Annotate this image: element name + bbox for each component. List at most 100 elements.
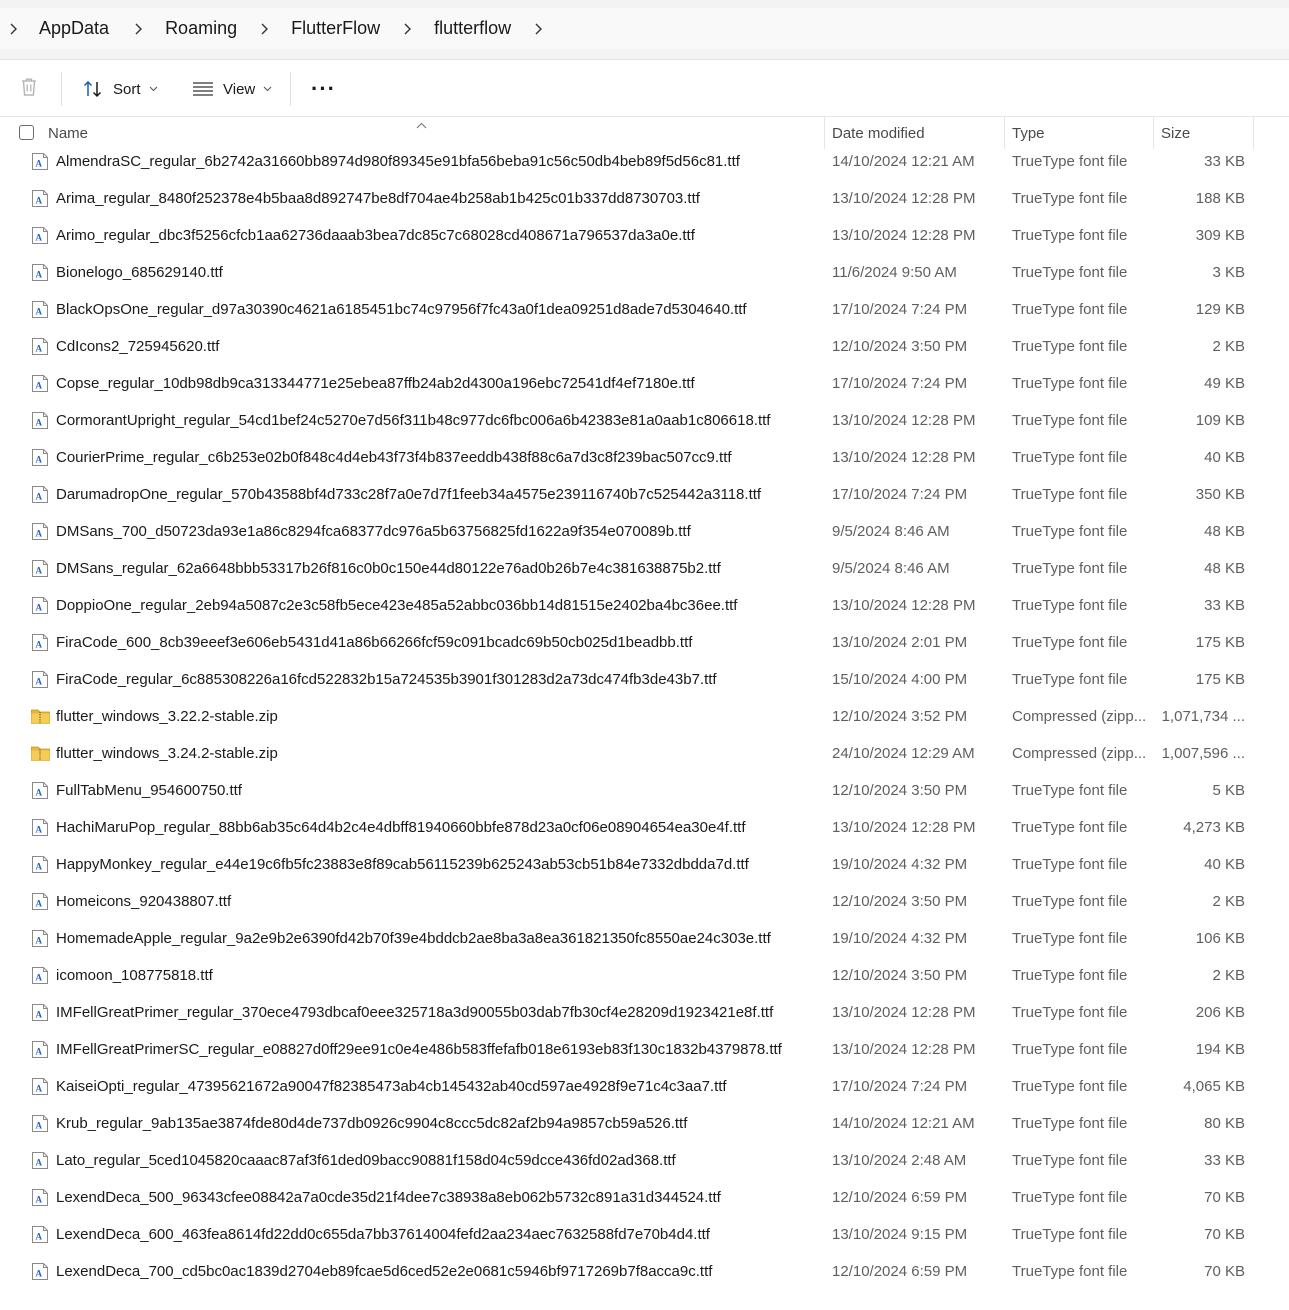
file-date-modified: 17/10/2024 7:24 PM (832, 486, 968, 503)
file-row[interactable]: A HomemadeApple_regular_9a2e9b2e6390fd42… (0, 920, 1289, 957)
file-date-modified: 13/10/2024 12:28 PM (832, 1041, 976, 1058)
svg-text:A: A (36, 1158, 43, 1168)
file-row[interactable]: A HachiMaruPop_regular_88bb6ab35c64d4b2c… (0, 809, 1289, 846)
file-row[interactable]: A FiraCode_600_8cb39eeef3e606eb5431d41a8… (0, 624, 1289, 661)
chevron-right-icon[interactable] (400, 22, 414, 36)
svg-text:A: A (36, 418, 43, 428)
breadcrumb-item-appdata[interactable]: AppData (33, 18, 115, 39)
file-row[interactable]: A IMFellGreatPrimer_regular_370ece4793db… (0, 994, 1289, 1031)
file-date-modified: 12/10/2024 6:59 PM (832, 1263, 968, 1280)
file-size: 350 KB (1195, 486, 1245, 503)
file-date-modified: 15/10/2024 4:00 PM (832, 671, 968, 688)
view-label: View (223, 80, 256, 98)
file-row[interactable]: A DarumadropOne_regular_570b43588bf4d733… (0, 476, 1289, 513)
file-row[interactable]: A LexendDeca_600_463fea8614fd22dd0c655da… (0, 1216, 1289, 1253)
file-date-modified: 17/10/2024 7:24 PM (832, 301, 968, 318)
delete-button[interactable] (18, 60, 40, 118)
font-file-icon: A (31, 782, 49, 799)
file-name: Krub_regular_9ab135ae3874fde80d4de737db0… (56, 1115, 688, 1132)
file-row[interactable]: A icomoon_108775818.ttf 12/10/2024 3:50 P… (0, 957, 1289, 994)
file-type: TrueType font file (1012, 856, 1128, 873)
breadcrumb-item-current[interactable]: flutterflow (428, 18, 517, 39)
file-date-modified: 12/10/2024 3:50 PM (832, 967, 968, 984)
trash-icon (18, 76, 40, 102)
file-row[interactable]: A FullTabMenu_954600750.ttf 12/10/2024 3:… (0, 772, 1289, 809)
svg-text:A: A (36, 529, 43, 539)
zip-folder-icon (31, 708, 50, 725)
file-name: flutter_windows_3.24.2-stable.zip (56, 745, 278, 762)
svg-text:A: A (36, 270, 43, 280)
file-type: TrueType font file (1012, 1189, 1128, 1206)
file-row[interactable]: A Homeicons_920438807.ttf 12/10/2024 3:50… (0, 883, 1289, 920)
chevron-down-icon (149, 86, 158, 92)
file-row[interactable]: A CourierPrime_regular_c6b253e02b0f848c4… (0, 439, 1289, 476)
file-row[interactable]: A CormorantUpright_regular_54cd1bef24c52… (0, 402, 1289, 439)
font-file-icon: A (31, 1189, 49, 1206)
svg-text:A: A (36, 307, 43, 317)
file-type: Compressed (zipp... (1012, 745, 1147, 762)
file-date-modified: 13/10/2024 12:28 PM (832, 227, 976, 244)
font-file-icon: A (31, 486, 49, 503)
file-date-modified: 17/10/2024 7:24 PM (832, 1078, 968, 1095)
file-row[interactable]: A Arima_regular_8480f252378e4b5baa8d8927… (0, 180, 1289, 217)
font-file-icon: A (31, 449, 49, 466)
file-row[interactable]: A DoppioOne_regular_2eb94a5087c2e3c58fb5… (0, 587, 1289, 624)
file-row[interactable]: A LexendDeca_500_96343cfee08842a7a0cde35… (0, 1179, 1289, 1216)
file-row[interactable]: A Krub_regular_9ab135ae3874fde80d4de737d… (0, 1105, 1289, 1142)
svg-text:A: A (36, 1121, 43, 1131)
file-date-modified: 24/10/2024 12:29 AM (832, 745, 975, 762)
command-bar: Sort View ··· (0, 59, 1289, 117)
file-row[interactable]: A DMSans_700_d50723da93e1a86c8294fca6837… (0, 513, 1289, 550)
svg-text:A: A (36, 1269, 43, 1279)
breadcrumb-item-flutterflow[interactable]: FlutterFlow (285, 18, 386, 39)
chevron-right-icon[interactable] (257, 22, 271, 36)
file-row[interactable]: A IMFellGreatPrimerSC_regular_e08827d0ff… (0, 1031, 1289, 1068)
svg-text:A: A (36, 603, 43, 613)
file-name: FullTabMenu_954600750.ttf (56, 782, 242, 799)
file-row[interactable]: flutter_windows_3.22.2-stable.zip 12/10/2… (0, 698, 1289, 735)
file-row[interactable]: A Arimo_regular_dbc3f5256cfcb1aa62736daa… (0, 217, 1289, 254)
file-date-modified: 13/10/2024 12:28 PM (832, 190, 976, 207)
chevron-right-icon[interactable] (6, 22, 20, 36)
file-size: 2 KB (1212, 893, 1245, 910)
chevron-right-icon[interactable] (131, 22, 145, 36)
file-row[interactable]: A DMSans_regular_62a6648bbb53317b26f816c… (0, 550, 1289, 587)
file-type: TrueType font file (1012, 190, 1128, 207)
breadcrumb-item-roaming[interactable]: Roaming (159, 18, 243, 39)
more-options-button[interactable]: ··· (311, 60, 336, 118)
file-name: FiraCode_600_8cb39eeef3e606eb5431d41a86b… (56, 634, 693, 651)
file-row[interactable]: A BlackOpsOne_regular_d97a30390c4621a618… (0, 291, 1289, 328)
file-row[interactable]: A CdIcons2_725945620.ttf 12/10/2024 3:50 … (0, 328, 1289, 365)
view-button[interactable]: View (192, 60, 272, 118)
chevron-right-icon[interactable] (531, 22, 545, 36)
file-row[interactable]: A Copse_regular_10db98db9ca313344771e25e… (0, 365, 1289, 402)
file-name: Arima_regular_8480f252378e4b5baa8d892747… (56, 190, 700, 207)
svg-text:A: A (36, 640, 43, 650)
file-type: TrueType font file (1012, 1004, 1128, 1021)
file-row[interactable]: A LexendDeca_700_cd5bc0ac1839d2704eb89fc… (0, 1253, 1289, 1290)
file-name: CourierPrime_regular_c6b253e02b0f848c4d4… (56, 449, 732, 466)
file-name: CormorantUpright_regular_54cd1bef24c5270… (56, 412, 771, 429)
svg-text:A: A (36, 1232, 43, 1242)
column-size-label: Size (1161, 124, 1191, 142)
file-date-modified: 19/10/2024 4:32 PM (832, 930, 968, 947)
file-date-modified: 13/10/2024 2:48 AM (832, 1152, 967, 1169)
file-name: Homeicons_920438807.ttf (56, 893, 232, 910)
file-size: 206 KB (1195, 1004, 1245, 1021)
file-row[interactable]: A HappyMonkey_regular_e44e19c6fb5fc23883… (0, 846, 1289, 883)
file-row[interactable]: A AlmendraSC_regular_6b2742a31660bb8974d… (0, 143, 1289, 180)
sort-button[interactable]: Sort (82, 60, 158, 118)
file-size: 33 KB (1204, 1152, 1245, 1169)
column-date-label: Date modified (832, 124, 925, 142)
toolbar-gap (0, 49, 1289, 59)
file-row[interactable]: flutter_windows_3.24.2-stable.zip 24/10/2… (0, 735, 1289, 772)
file-row[interactable]: A Lato_regular_5ced1045820caaac87af3f61d… (0, 1142, 1289, 1179)
svg-text:A: A (36, 233, 43, 243)
select-all-checkbox[interactable] (19, 125, 34, 140)
file-row[interactable]: A FiraCode_regular_6c885308226a16fcd5228… (0, 661, 1289, 698)
file-size: 33 KB (1204, 153, 1245, 170)
column-type-label: Type (1012, 124, 1045, 142)
file-size: 70 KB (1204, 1189, 1245, 1206)
file-row[interactable]: A KaiseiOpti_regular_47395621672a90047f8… (0, 1068, 1289, 1105)
file-row[interactable]: A Bionelogo_685629140.ttf 11/6/2024 9:50 … (0, 254, 1289, 291)
